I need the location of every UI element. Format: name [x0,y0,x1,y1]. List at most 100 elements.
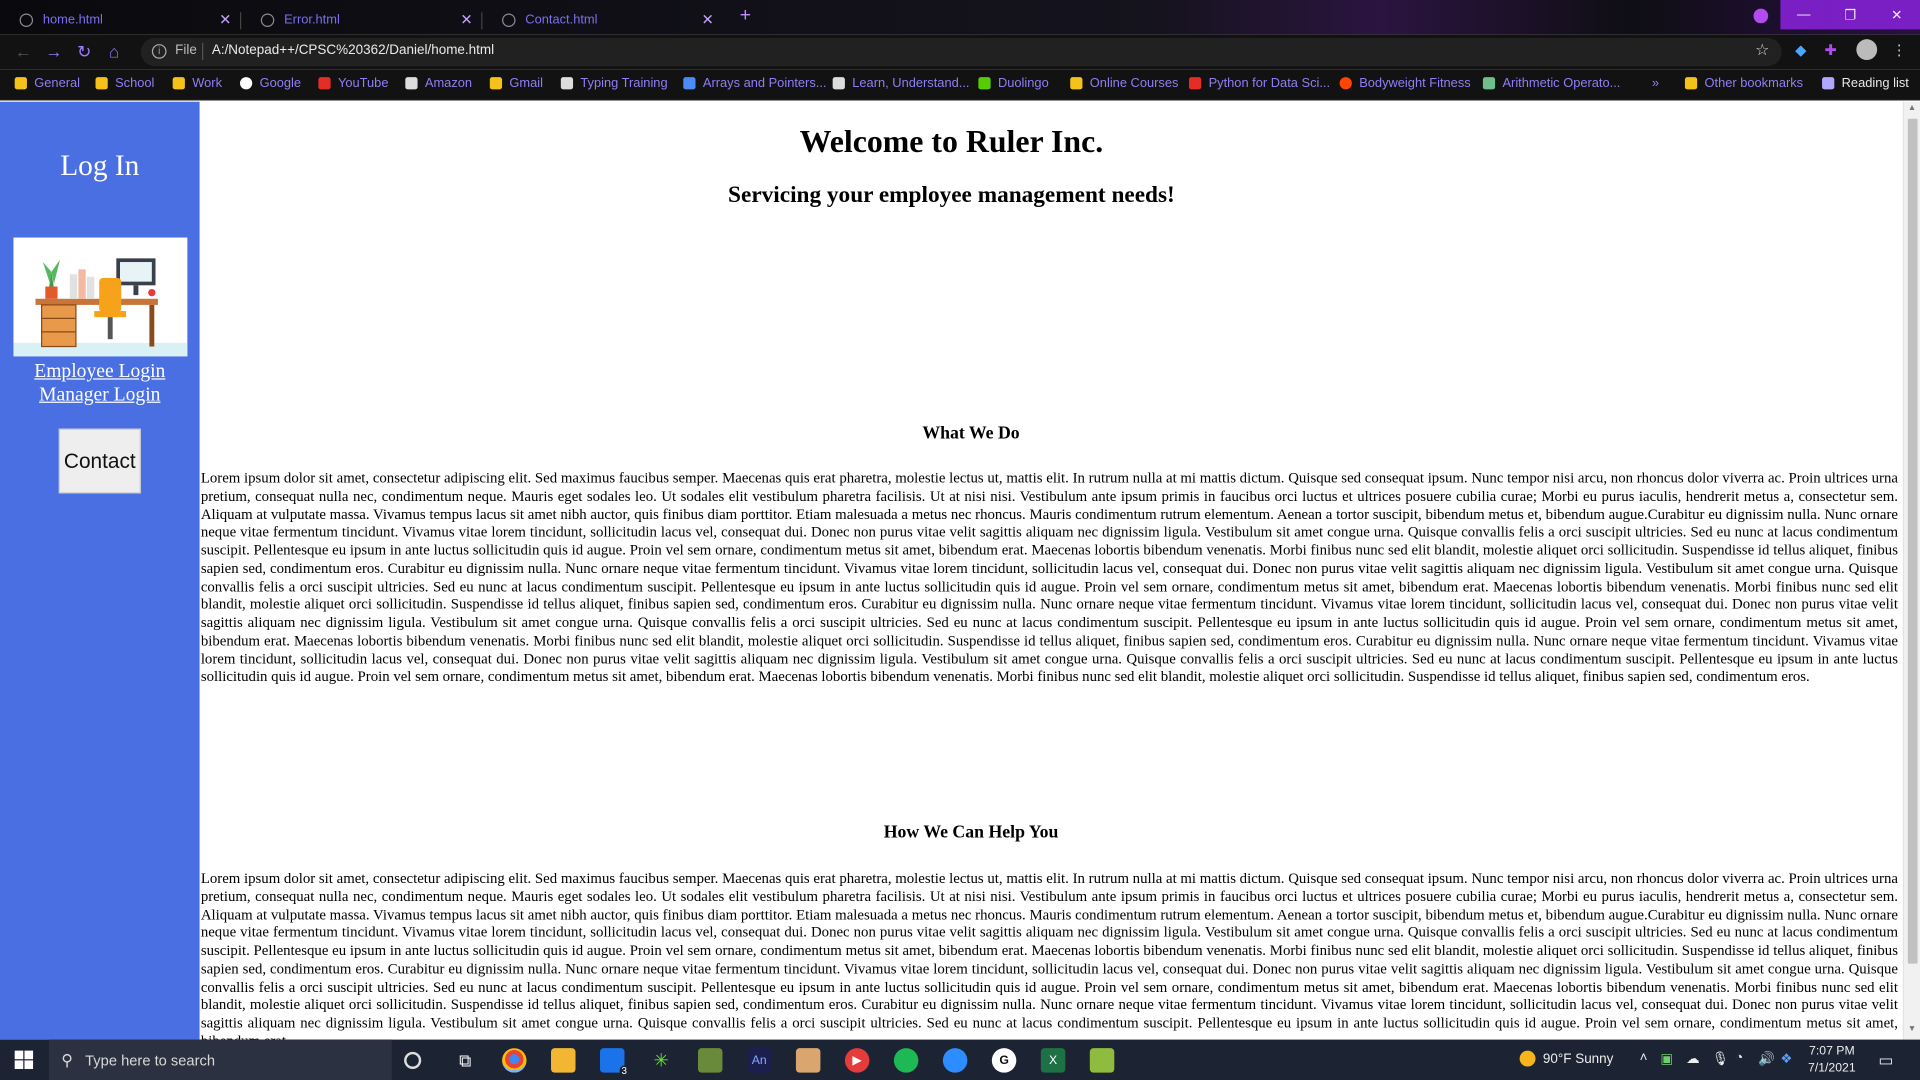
excel-icon[interactable]: X [1040,1048,1066,1073]
manager-login-link[interactable]: Manager Login [0,384,200,406]
globe-icon [19,12,34,27]
notes-app-icon[interactable] [795,1048,821,1073]
bookmark-google[interactable]: Google [240,76,301,91]
bookmark-general[interactable]: General [14,76,80,91]
tab-title: Error.html [284,12,340,27]
info-icon[interactable]: i [151,44,167,59]
bookmark-youtube[interactable]: YouTube [318,76,388,91]
scroll-down-icon[interactable]: ▼ [1908,1025,1916,1034]
url-text[interactable]: A:/Notepad++/CPSC%20362/Daniel/home.html [212,43,494,58]
page-scrollbar[interactable]: ▲ ▼ [1902,101,1920,1040]
chrome-taskbar-icon[interactable] [502,1048,527,1073]
zoom-icon[interactable] [942,1048,968,1073]
wifi-icon[interactable]: ◔ [1735,1051,1743,1066]
tray-app-icon[interactable]: ▣ [1660,1051,1673,1067]
employee-login-link[interactable]: Employee Login [0,361,200,383]
contact-button[interactable]: Contact [58,428,141,494]
weather-widget[interactable]: 90°F Sunny [1519,1050,1613,1067]
windows-start-icon[interactable] [14,1050,34,1069]
bookmark-online-courses[interactable]: Online Courses [1070,76,1178,91]
bookmark-work[interactable]: Work [172,76,222,91]
bookmark-amazon[interactable]: Amazon [405,76,472,91]
avatar[interactable] [1856,39,1878,61]
grid-icon [832,77,845,90]
file-explorer-icon[interactable] [551,1048,576,1073]
home-icon[interactable]: ⌂ [109,42,119,62]
mail-badge: 3 [619,1065,630,1077]
notepad-plus-plus-icon[interactable] [1089,1048,1115,1073]
main-content: Welcome to Ruler Inc. Servicing your emp… [200,102,1903,1040]
bookmark-learn-understand[interactable]: Learn, Understand... [832,76,969,91]
bookmark-duolingo[interactable]: Duolingo [978,76,1049,91]
mail-icon[interactable]: 3 [600,1048,630,1077]
more-bookmarks-chevron[interactable]: » [1652,76,1659,91]
scrollbar-thumb[interactable] [1907,118,1918,964]
animate-icon[interactable]: An [746,1048,772,1073]
spotify-icon[interactable] [893,1048,919,1073]
notifications-icon[interactable]: ▭ [1878,1051,1893,1071]
forward-icon[interactable]: → [45,42,62,62]
microphone-icon[interactable]: 🎙 [1712,1051,1729,1067]
back-icon[interactable]: ← [15,42,32,62]
bookmark-school[interactable]: School [95,76,154,91]
bookmark-typing-training[interactable]: Typing Training [560,76,668,91]
close-window-button[interactable]: ✕ [1873,0,1920,30]
bookmark-bodyweight-fitness[interactable]: Bodyweight Fitness [1339,76,1471,91]
other-bookmarks[interactable]: Other bookmarks [1684,76,1803,91]
folder-icon [489,77,503,90]
new-tab-button[interactable]: + [740,5,751,27]
app-green-icon[interactable]: ✳ [649,1048,673,1072]
app-g-icon[interactable]: G [991,1048,1017,1073]
bookmark-gmail[interactable]: Gmail [489,76,543,91]
extension-diamond-icon[interactable]: ◆ [1795,42,1806,59]
close-tab-icon[interactable]: ✕ [702,11,714,28]
doc-icon [560,77,574,90]
section-text-how-we-help: Lorem ipsum dolor sit amet, consectetur … [200,869,1898,1039]
task-view-icon[interactable]: ⧉ [453,1048,477,1072]
c-site-icon [683,77,696,90]
search-icon: ⚲ [61,1050,73,1069]
security-label: File [175,42,197,58]
close-tab-icon[interactable]: ✕ [219,11,231,28]
profile-extension-icon[interactable] [1753,8,1769,24]
udemy-icon [1188,77,1202,90]
extensions-puzzle-icon[interactable]: ✚ [1825,42,1837,59]
tab-error[interactable]: Error.html ✕ [244,5,483,34]
onedrive-icon[interactable]: ☁ [1686,1051,1699,1067]
bookmark-arithmetic-operators[interactable]: Arithmetic Operato... [1482,76,1620,91]
clock-date: 7/1/2021 [1808,1061,1856,1076]
volume-icon[interactable]: 🔊 [1758,1051,1775,1067]
address-bar[interactable]: i File A:/Notepad++/CPSC%20362/Daniel/ho… [140,37,1782,67]
folder-icon [95,77,108,90]
tray-chevron-icon[interactable]: ˄ [1640,1051,1648,1066]
sidebar-title: Log In [60,150,140,183]
bookmark-python-data-sci[interactable]: Python for Data Sci... [1188,76,1330,91]
duolingo-icon [978,77,991,90]
bookmark-star-icon[interactable]: ☆ [1755,40,1769,60]
cortana-icon[interactable] [404,1051,422,1069]
reload-icon[interactable]: ↻ [77,42,91,63]
restore-button[interactable]: ❐ [1826,0,1874,30]
folder-icon [1070,77,1083,90]
tab-contact[interactable]: Contact.html ✕ [485,5,724,34]
office-desk-illustration [13,237,188,357]
menu-kebab-icon[interactable]: ⋮ [1892,42,1907,59]
youtube-icon [318,77,331,90]
reading-list[interactable]: Reading list [1822,76,1909,91]
windows-taskbar: ⚲ Type here to search ⧉ 3 ✳ An ▶ G X 90°… [0,1039,1920,1080]
tab-home[interactable]: home.html ✕ [2,5,242,34]
minimize-button[interactable]: — [1780,0,1827,30]
bookmark-arrays-pointers[interactable]: Arrays and Pointers... [683,76,826,91]
globe-icon [502,12,516,27]
taskbar-clock[interactable]: 7:07 PM 7/1/2021 [1795,1043,1868,1077]
bookmarks-bar: General School Work Google YouTube Amazo… [0,69,1920,101]
scroll-up-icon[interactable]: ▲ [1908,104,1916,113]
page-title: Welcome to Ruler Inc. [799,123,1104,160]
dropbox-icon[interactable]: ❖ [1780,1051,1792,1067]
section-text-what-we-do: Lorem ipsum dolor sit amet, consectetur … [200,468,1898,685]
close-tab-icon[interactable]: ✕ [460,11,472,28]
taskbar-search-box[interactable]: ⚲ Type here to search [48,1039,392,1080]
tab-title: Contact.html [525,12,598,27]
media-player-icon[interactable]: ▶ [844,1048,870,1073]
minecraft-icon[interactable] [697,1048,723,1073]
